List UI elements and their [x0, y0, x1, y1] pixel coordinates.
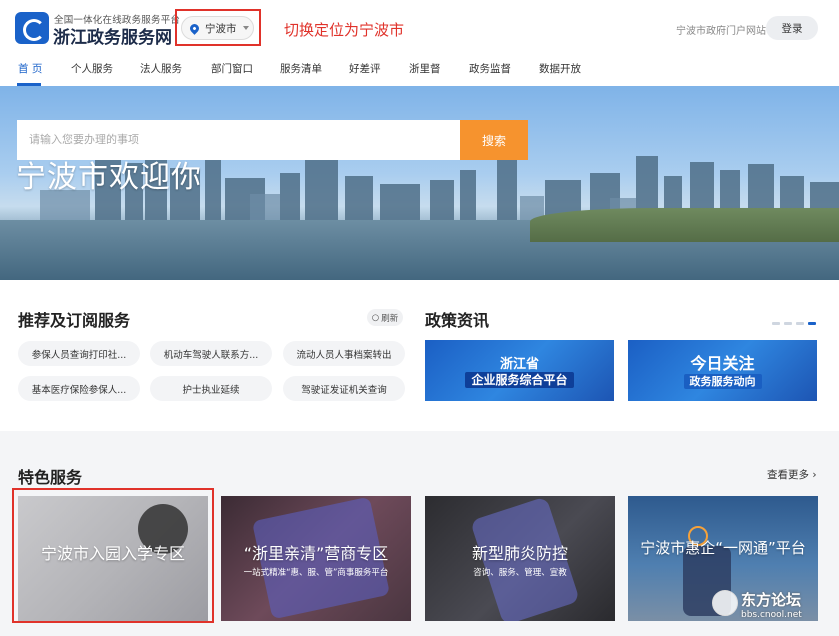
watermark-url: bbs.cnool.net — [741, 610, 802, 620]
featured-card-title: “浙里亲清”营商专区 — [243, 544, 389, 563]
recommend-item[interactable]: 护士执业延续 — [150, 376, 272, 401]
chevron-right-icon: › — [812, 469, 817, 481]
view-more-link[interactable]: 查看更多 › — [767, 467, 817, 482]
recommend-item[interactable]: 机动车驾驶人联系方... — [150, 341, 272, 366]
nav-item-open-data[interactable]: 数据开放 — [539, 61, 581, 76]
nav-item-home[interactable]: 首 页 — [18, 61, 42, 76]
news-card-subtitle: 政务服务动向 — [628, 373, 817, 389]
refresh-label: 刷新 — [381, 313, 399, 324]
nav-item-supervise[interactable]: 浙里督 — [409, 61, 441, 76]
site-header: 全国一体化在线政务服务平台 浙江政务服务网 宁波市 切换定位为宁波市 宁波市政府… — [0, 0, 839, 86]
refresh-icon: ○ — [371, 312, 380, 323]
river-shore — [530, 208, 839, 242]
nav-item-corporate[interactable]: 法人服务 — [140, 61, 182, 76]
watermark-logo: 东方论坛 bbs.cnool.net — [712, 588, 832, 628]
featured-card-title: 新型肺炎防控 — [471, 544, 568, 563]
main-nav: 首 页 个人服务 法人服务 部门窗口 服务清单 好差评 浙里督 政务监督 数据开… — [0, 58, 839, 86]
location-selector[interactable]: 宁波市 — [181, 16, 254, 40]
refresh-button[interactable]: ○ 刷新 — [367, 309, 403, 326]
news-card-subtitle-text: 政务服务动向 — [683, 374, 762, 389]
chevron-down-icon — [242, 26, 249, 30]
carousel-dot-active[interactable] — [808, 322, 816, 325]
recommend-item[interactable]: 驾驶证发证机关查询 — [283, 376, 405, 401]
carousel-dot[interactable] — [772, 322, 780, 325]
nav-item-service-list[interactable]: 服务清单 — [280, 61, 322, 76]
portal-link[interactable]: 宁波市政府门户网站 — [676, 22, 766, 37]
nav-item-rating[interactable]: 好差评 — [349, 61, 381, 76]
recommend-item[interactable]: 流动人员人事档案转出 — [283, 341, 405, 366]
news-card-title: 浙江省 — [499, 357, 539, 372]
view-more-label: 查看更多 — [767, 469, 809, 481]
annotation-text: 切换定位为宁波市 — [284, 21, 405, 39]
news-section-title: 政策资讯 — [425, 311, 490, 330]
carousel-dot[interactable] — [796, 322, 804, 325]
news-card-subtitle: 企业服务综合平台 — [425, 371, 614, 388]
search-button[interactable]: 搜索 — [460, 120, 528, 160]
news-card[interactable]: 浙江省 企业服务综合平台 — [425, 340, 614, 401]
featured-card-subtitle: 咨询、服务、管理、宣教 — [473, 568, 567, 578]
watermark-emblem-icon — [712, 590, 738, 616]
news-card-subtitle-text: 企业服务综合平台 — [465, 372, 574, 388]
featured-card-epidemic[interactable]: 新型肺炎防控 咨询、服务、管理、宣教 — [425, 496, 615, 621]
carousel-dot[interactable] — [784, 322, 792, 325]
nav-item-gov-supervision[interactable]: 政务监督 — [469, 61, 511, 76]
login-button[interactable]: 登录 — [766, 16, 818, 40]
watermark-title: 东方论坛 — [741, 591, 802, 609]
recommend-section-title: 推荐及订阅服务 — [18, 311, 131, 330]
featured-highlight-box — [12, 488, 214, 623]
featured-card-title: 宁波市惠企“一网通”平台 — [640, 539, 806, 557]
news-card-title: 今日关注 — [690, 354, 755, 373]
search-input[interactable] — [17, 120, 460, 160]
nav-item-departments[interactable]: 部门窗口 — [211, 61, 253, 76]
news-card[interactable]: 今日关注 政务服务动向 — [628, 340, 817, 401]
featured-card-business[interactable]: “浙里亲清”营商专区 一站式精准“惠、服、管”商事服务平台 — [221, 496, 411, 621]
location-pin-icon — [188, 21, 201, 35]
hero-banner: 宁波市欢迎你 — [0, 86, 839, 280]
brand-title[interactable]: 浙江政务服务网 — [53, 23, 172, 48]
nav-item-personal[interactable]: 个人服务 — [71, 61, 113, 76]
carousel-indicator — [772, 322, 816, 325]
site-logo-icon[interactable] — [15, 12, 49, 44]
recommend-item[interactable]: 基本医疗保险参保人... — [18, 376, 140, 401]
location-label: 宁波市 — [205, 22, 237, 35]
recommend-item[interactable]: 参保人员查询打印社... — [18, 341, 140, 366]
featured-section-title: 特色服务 — [18, 468, 83, 487]
featured-card-subtitle: 一站式精准“惠、服、管”商事服务平台 — [243, 568, 389, 578]
